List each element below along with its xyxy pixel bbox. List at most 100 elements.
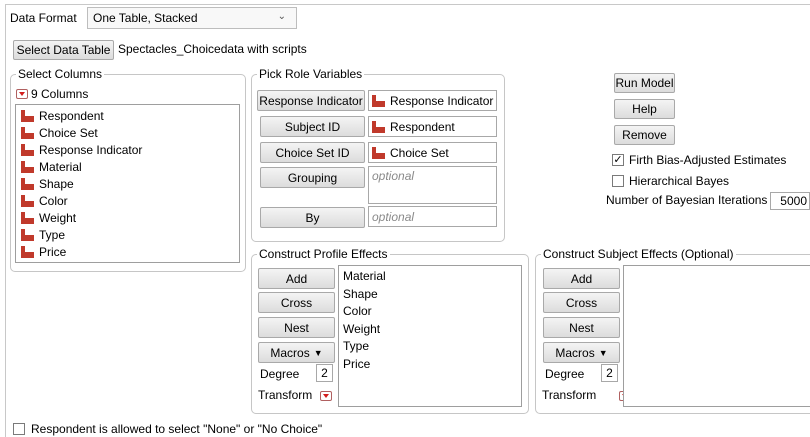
remove-button[interactable]: Remove bbox=[614, 125, 675, 145]
profile-macros-button[interactable]: Macros ▼ bbox=[258, 342, 335, 363]
hierarchical-bayes-label: Hierarchical Bayes bbox=[629, 174, 730, 188]
profile-effects-list[interactable]: Material Shape Color Weight Type Price bbox=[338, 265, 522, 407]
column-icon bbox=[372, 120, 385, 133]
column-name: Weight bbox=[39, 210, 77, 225]
column-icon bbox=[21, 126, 34, 139]
profile-add-button[interactable]: Add bbox=[258, 268, 335, 289]
column-list-item[interactable]: Response Indicator bbox=[21, 141, 142, 158]
profile-effects-title: Construct Profile Effects bbox=[257, 247, 390, 261]
effect-list-item[interactable]: Color bbox=[343, 304, 372, 318]
profile-transform-label: Transform bbox=[258, 388, 313, 402]
column-name: Color bbox=[39, 193, 68, 208]
grouping-button[interactable]: Grouping bbox=[260, 167, 365, 188]
response-indicator-value: Response Indicator bbox=[390, 93, 494, 108]
column-icon bbox=[21, 194, 34, 207]
column-list-item[interactable]: Type bbox=[21, 226, 65, 243]
column-name: Material bbox=[39, 159, 82, 174]
column-name: Price bbox=[39, 244, 67, 259]
subject-add-button[interactable]: Add bbox=[543, 268, 620, 289]
no-choice-checkbox[interactable] bbox=[13, 423, 25, 435]
no-choice-label: Respondent is allowed to select "None" o… bbox=[31, 422, 323, 436]
column-list-item[interactable]: Price bbox=[21, 243, 66, 260]
by-placeholder: optional bbox=[372, 209, 415, 224]
subject-id-button[interactable]: Subject ID bbox=[260, 116, 365, 137]
effect-list-item[interactable]: Material bbox=[343, 269, 386, 283]
effect-list-item[interactable]: Price bbox=[343, 357, 370, 371]
role-variables-title: Pick Role Variables bbox=[257, 67, 365, 81]
iterations-label: Number of Bayesian Iterations bbox=[606, 193, 768, 207]
choice-set-id-field[interactable]: Choice Set bbox=[368, 142, 497, 163]
subject-nest-button[interactable]: Nest bbox=[543, 317, 620, 338]
data-format-select[interactable]: One Table, Stacked ⌄ bbox=[87, 7, 297, 29]
iterations-input[interactable]: 5000 bbox=[770, 192, 810, 210]
column-name: Type bbox=[39, 227, 66, 242]
choice-set-id-button[interactable]: Choice Set ID bbox=[260, 142, 365, 163]
column-list-item[interactable]: Weight bbox=[21, 209, 76, 226]
subject-degree-input[interactable]: 2 bbox=[601, 364, 618, 382]
profile-degree-value: 2 bbox=[321, 366, 328, 380]
profile-cross-button[interactable]: Cross bbox=[258, 292, 335, 313]
caret-down-icon: ▼ bbox=[313, 347, 323, 358]
effect-list-item[interactable]: Type bbox=[343, 339, 369, 353]
iterations-value: 5000 bbox=[780, 194, 807, 208]
column-icon bbox=[21, 228, 34, 241]
checkmark-icon: ✓ bbox=[613, 154, 623, 166]
effect-list-item[interactable]: Weight bbox=[343, 322, 380, 336]
subject-effects-list[interactable] bbox=[623, 265, 810, 407]
column-list-item[interactable]: Shape bbox=[21, 175, 74, 192]
data-format-value: One Table, Stacked bbox=[93, 11, 198, 25]
profile-transform-menu-icon[interactable] bbox=[320, 391, 332, 401]
subject-degree-label: Degree bbox=[545, 367, 585, 381]
caret-down-icon: ▼ bbox=[598, 347, 608, 358]
column-count-row: 9 Columns bbox=[16, 87, 88, 101]
profile-degree-label: Degree bbox=[260, 367, 300, 381]
grouping-placeholder: optional bbox=[372, 169, 415, 183]
firth-label: Firth Bias-Adjusted Estimates bbox=[629, 153, 787, 167]
data-format-label: Data Format bbox=[10, 11, 77, 25]
chevron-down-icon: ⌄ bbox=[277, 11, 286, 22]
by-button[interactable]: By bbox=[260, 207, 365, 228]
firth-checkbox[interactable]: ✓ bbox=[612, 154, 624, 166]
column-icon bbox=[21, 177, 34, 190]
subject-effects-title: Construct Subject Effects (Optional) bbox=[541, 247, 736, 261]
subject-id-value: Respondent bbox=[390, 119, 455, 134]
choice-set-id-value: Choice Set bbox=[390, 145, 449, 160]
column-name: Respondent bbox=[39, 108, 104, 123]
effect-list-item[interactable]: Shape bbox=[343, 287, 378, 301]
column-icon bbox=[372, 146, 385, 159]
column-list-item[interactable]: Color bbox=[21, 192, 68, 209]
subject-degree-value: 2 bbox=[606, 366, 613, 380]
column-icon bbox=[21, 143, 34, 156]
response-indicator-field[interactable]: Response Indicator bbox=[368, 90, 497, 111]
column-name: Response Indicator bbox=[39, 142, 143, 157]
disclosure-menu-icon[interactable] bbox=[16, 89, 28, 99]
column-name: Choice Set bbox=[39, 125, 98, 140]
help-button[interactable]: Help bbox=[614, 99, 675, 119]
select-columns-title: Select Columns bbox=[16, 67, 105, 81]
by-field[interactable]: optional bbox=[368, 206, 497, 227]
subject-macros-button[interactable]: Macros ▼ bbox=[543, 342, 620, 363]
hierarchical-bayes-checkbox[interactable] bbox=[612, 175, 624, 187]
select-data-table-button[interactable]: Select Data Table bbox=[13, 40, 114, 60]
column-list[interactable]: Respondent Choice Set Response Indicator Ma… bbox=[15, 104, 240, 263]
grouping-field[interactable]: optional bbox=[368, 166, 497, 204]
column-list-item[interactable]: Choice Set bbox=[21, 124, 98, 141]
response-indicator-button[interactable]: Response Indicator bbox=[257, 90, 365, 111]
column-list-item[interactable]: Respondent bbox=[21, 107, 104, 124]
column-icon bbox=[21, 160, 34, 173]
column-count: 9 Columns bbox=[31, 87, 89, 101]
column-list-item[interactable]: Material bbox=[21, 158, 82, 175]
subject-macros-label: Macros bbox=[555, 345, 595, 360]
column-name: Shape bbox=[39, 176, 74, 191]
profile-nest-button[interactable]: Nest bbox=[258, 317, 335, 338]
run-model-button[interactable]: Run Model bbox=[614, 73, 675, 93]
subject-cross-button[interactable]: Cross bbox=[543, 292, 620, 313]
column-icon bbox=[21, 245, 34, 258]
column-icon bbox=[21, 211, 34, 224]
profile-macros-label: Macros bbox=[270, 345, 310, 360]
subject-transform-label: Transform bbox=[542, 388, 597, 402]
data-table-name: Spectacles_Choicedata with scripts bbox=[118, 42, 307, 56]
column-icon bbox=[21, 109, 34, 122]
subject-id-field[interactable]: Respondent bbox=[368, 116, 497, 137]
profile-degree-input[interactable]: 2 bbox=[316, 364, 333, 382]
